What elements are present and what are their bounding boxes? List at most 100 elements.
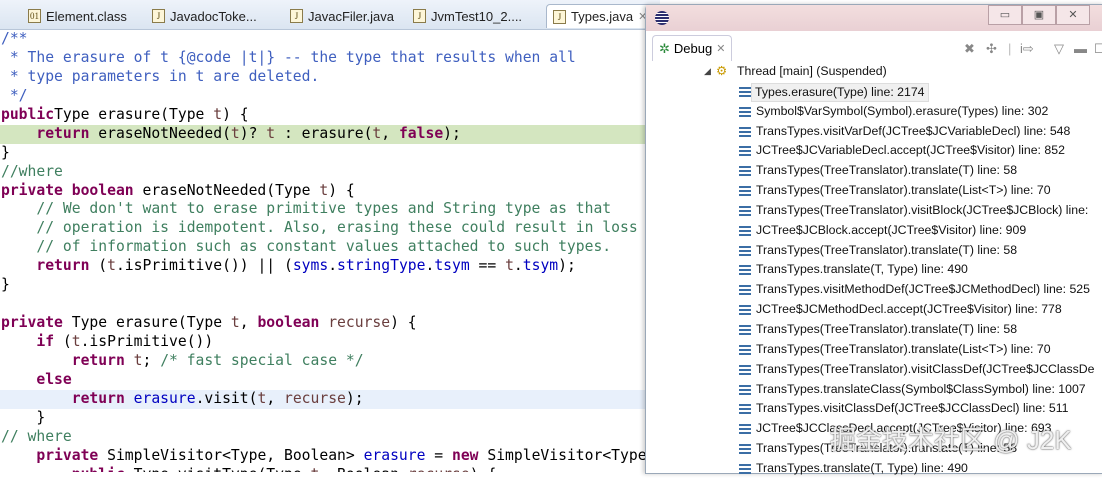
code-line[interactable] <box>0 295 645 314</box>
code-token: boolean <box>257 314 320 332</box>
stack-frame[interactable]: TransTypes(TreeTranslator).visitBlock(JC… <box>646 201 1102 221</box>
code-line[interactable]: * type parameters in t are deleted. <box>0 68 645 87</box>
code-token: } <box>1 143 10 161</box>
stack-frame-label: Symbol$VarSymbol(Symbol).erasure(Types) … <box>756 103 1049 118</box>
close-icon[interactable]: ✕ <box>716 42 725 55</box>
code-token: recurse <box>319 314 391 332</box>
stack-frame[interactable]: TransTypes.translate(T, Type) line: 490 <box>646 260 1102 280</box>
code-token: return <box>36 124 90 142</box>
tab-debug[interactable]: ✲ Debug ✕ <box>652 35 733 61</box>
code-line[interactable]: return t; /* fast special case */ <box>0 352 645 371</box>
stack-frame[interactable]: Symbol$VarSymbol(Symbol).erasure(Types) … <box>646 102 1102 122</box>
stack-frame-label: TransTypes.visitMethodDef(JCTree$JCMetho… <box>756 282 1090 297</box>
disconnect-icon[interactable]: ✣ <box>986 41 997 57</box>
code-token: .isPrimitive()) || ( <box>115 257 293 275</box>
code-token: return <box>71 351 125 369</box>
code-token: ) { <box>390 314 417 332</box>
stack-frame[interactable]: TransTypes.visitVarDef(JCTree$JCVariable… <box>646 122 1102 142</box>
code-token: Type visitType(Type <box>125 466 311 472</box>
code-token: private <box>36 446 99 464</box>
tab-element-class[interactable]: 01 Element.class <box>28 4 127 28</box>
stack-frame[interactable]: TransTypes(TreeTranslator).translate(Lis… <box>646 340 1102 360</box>
thread-node[interactable]: ◢ ⚙ Thread [main] (Suspended) <box>646 62 1102 82</box>
stack-frame[interactable]: TransTypes.visitClassDef(JCTree$JCClassD… <box>646 399 1102 419</box>
expand-arrow-icon[interactable]: ◢ <box>704 62 711 82</box>
code-editor[interactable]: /** * The erasure of t {@code |t|} -- th… <box>0 30 645 472</box>
stack-frame[interactable]: TransTypes(TreeTranslator).translate(T) … <box>646 161 1102 181</box>
stack-frame[interactable]: Types.erasure(Type) line: 2174 <box>646 82 1102 102</box>
remove-terminated-icon[interactable]: ✖ <box>964 41 975 57</box>
code-line[interactable]: // of information such as constant value… <box>0 238 645 257</box>
code-token: , <box>266 389 284 407</box>
code-line[interactable]: } <box>0 144 645 163</box>
code-token: * type parameters in t are deleted. <box>1 67 320 85</box>
code-line[interactable]: * The erasure of t {@code |t|} -- the ty… <box>0 49 645 68</box>
java-file-warning-icon: J <box>290 9 303 23</box>
code-token: SimpleVisitor<Type, Boolean> <box>98 446 364 464</box>
stack-frame-icon <box>739 166 751 177</box>
code-line[interactable]: else <box>0 371 645 390</box>
code-line[interactable]: return eraseNotNeeded(t)? t : erasure(t,… <box>0 124 645 144</box>
stack-frame[interactable]: JCTree$JCVariableDecl.accept(JCTree$Visi… <box>646 141 1102 161</box>
code-token: t <box>319 181 329 199</box>
code-line[interactable]: // We don't want to erase primitive type… <box>0 200 645 219</box>
code-line[interactable]: private boolean eraseNotNeeded(Type t) { <box>0 182 645 201</box>
code-token: , <box>239 314 258 332</box>
tab-javadoctoke-[interactable]: J JavadocToke... <box>152 4 257 28</box>
stack-frame-icon <box>739 225 751 236</box>
code-line[interactable]: //where <box>0 163 645 182</box>
code-token: : erasure( <box>275 124 373 142</box>
code-line[interactable]: */ <box>0 87 645 106</box>
stack-frame[interactable]: TransTypes(TreeTranslator).translate(Lis… <box>646 181 1102 201</box>
stack-frame[interactable]: TransTypes.translate(T, Type) line: 490 <box>646 459 1102 479</box>
maximize-button[interactable]: ▣ <box>1022 5 1056 25</box>
stack-frame-label: TransTypes(TreeTranslator).translate(T) … <box>756 321 1018 336</box>
stack-frame[interactable]: JCTree$JCBlock.accept(JCTree$Visitor) li… <box>646 221 1102 241</box>
minimize-view-icon[interactable]: ▬ <box>1074 41 1087 56</box>
code-token: . <box>425 257 435 275</box>
code-line[interactable]: return (t.isPrimitive()) || (syms.string… <box>0 257 645 276</box>
tab-javacfiler-java[interactable]: J JavacFiler.java <box>290 4 394 28</box>
code-token: */ <box>1 86 28 104</box>
stack-frame[interactable]: TransTypes.visitMethodDef(JCTree$JCMetho… <box>646 280 1102 300</box>
window-title-bar[interactable]: ▭ ▣ ✕ <box>646 5 1102 31</box>
code-token: t <box>257 389 267 407</box>
code-line[interactable]: // where <box>0 428 645 447</box>
tab-jvmtest10-2-[interactable]: J JvmTest10_2.... <box>413 4 522 28</box>
code-line[interactable]: } <box>0 409 645 428</box>
code-line[interactable]: public Type visitType(Type t, Boolean re… <box>0 466 645 472</box>
code-token: == <box>469 257 506 275</box>
code-line[interactable]: private SimpleVisitor<Type, Boolean> era… <box>0 447 645 466</box>
code-line[interactable]: return erasure.visit(t, recurse); <box>0 389 645 409</box>
code-token: //where <box>1 162 63 180</box>
stack-frame[interactable]: TransTypes.translateClass(Symbol$ClassSy… <box>646 380 1102 400</box>
stack-frame-label: TransTypes(TreeTranslator).translate(Lis… <box>756 341 1051 356</box>
code-line[interactable]: // operation is idempotent. Also, erasin… <box>0 219 645 238</box>
code-line[interactable]: publicType erasure(Type t) { <box>0 106 645 125</box>
step-filter-icon[interactable]: i⇨ <box>1020 41 1034 57</box>
code-token: . <box>328 257 338 275</box>
close-button[interactable]: ✕ <box>1056 5 1090 25</box>
code-token: false <box>398 124 444 142</box>
view-menu-icon[interactable]: ▽ <box>1054 41 1064 57</box>
stack-frame-icon <box>739 285 751 296</box>
tab-types-java[interactable]: J Types.java ✕ <box>546 4 655 28</box>
code-line[interactable]: private Type erasure(Type t, boolean rec… <box>0 314 645 333</box>
stack-frame-icon <box>739 444 751 455</box>
code-line[interactable]: if (t.isPrimitive()) <box>0 333 645 352</box>
stack-frame[interactable]: TransTypes(TreeTranslator).translate(T) … <box>646 241 1102 261</box>
minimize-button[interactable]: ▭ <box>988 5 1022 25</box>
debug-window: ▭ ▣ ✕ ✲ Debug ✕ ✖ ✣ | i⇨ ▽ ▬ ☐ ◢ ⚙ Threa… <box>645 4 1102 475</box>
code-line[interactable]: } <box>0 276 645 295</box>
code-token: else <box>36 370 72 388</box>
code-token: t <box>266 124 276 142</box>
maximize-view-icon[interactable]: ☐ <box>1094 41 1102 57</box>
stack-frame[interactable]: TransTypes(TreeTranslator).translate(T) … <box>646 320 1102 340</box>
code-line[interactable]: /** <box>0 30 645 49</box>
stack-frame[interactable]: TransTypes(TreeTranslator).visitClassDef… <box>646 360 1102 380</box>
stack-frame[interactable]: JCTree$JCMethodDecl.accept(JCTree$Visito… <box>646 300 1102 320</box>
